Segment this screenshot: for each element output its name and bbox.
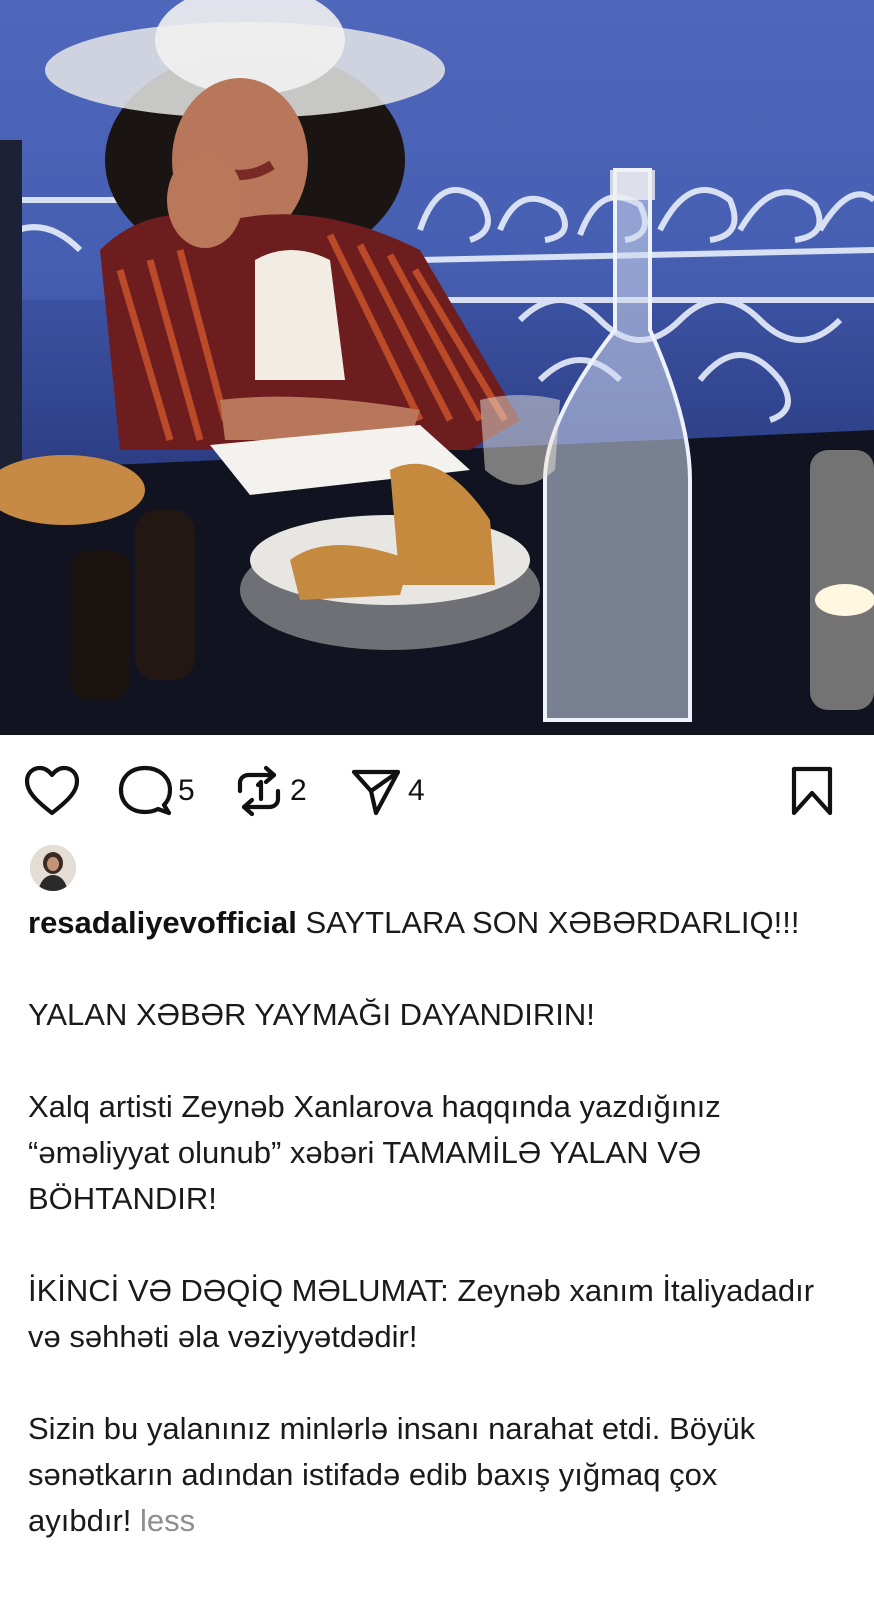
comment-bubble-icon <box>118 765 172 817</box>
share-button[interactable]: 4 <box>350 763 425 819</box>
username-link[interactable]: resadaliyevofficial <box>28 905 297 940</box>
save-button[interactable] <box>790 763 834 819</box>
repost-button[interactable]: 2 <box>234 763 307 819</box>
send-icon <box>350 765 402 817</box>
caption-paragraph: İKİNCİ VƏ DƏQİQ MƏLUMAT: Zeynəb xanım İt… <box>28 1273 815 1354</box>
heart-icon <box>24 765 80 817</box>
photo-illustration <box>0 0 874 735</box>
avatar-image <box>30 845 76 891</box>
caption-text: Sizin bu yalanınız minlərlə insanı narah… <box>28 1411 756 1538</box>
caption-paragraph: YALAN XƏBƏR YAYMAĞI DAYANDIRIN! <box>28 997 595 1032</box>
avatar[interactable] <box>30 845 76 891</box>
repost-count: 2 <box>290 774 307 807</box>
share-count: 4 <box>408 774 425 807</box>
comment-button[interactable]: 5 <box>118 763 195 819</box>
post-caption: resadaliyevofficial SAYTLARA SON XƏBƏRDA… <box>28 900 828 1544</box>
caption-paragraph-last: Sizin bu yalanınız minlərlə insanı narah… <box>28 1406 828 1544</box>
post-action-bar: 5 2 4 <box>0 735 874 845</box>
repost-icon <box>234 765 284 817</box>
post-photo[interactable] <box>0 0 874 735</box>
bookmark-icon <box>790 765 834 817</box>
less-link[interactable]: less <box>140 1503 195 1538</box>
like-button[interactable] <box>24 763 80 819</box>
caption-paragraph: Xalq artisti Zeynəb Xanlarova haqqında y… <box>28 1089 721 1216</box>
caption-paragraph: resadaliyevofficial SAYTLARA SON XƏBƏRDA… <box>28 900 828 946</box>
comment-count: 5 <box>178 774 195 807</box>
caption-headline: SAYTLARA SON XƏBƏRDARLIQ!!! <box>305 905 800 940</box>
